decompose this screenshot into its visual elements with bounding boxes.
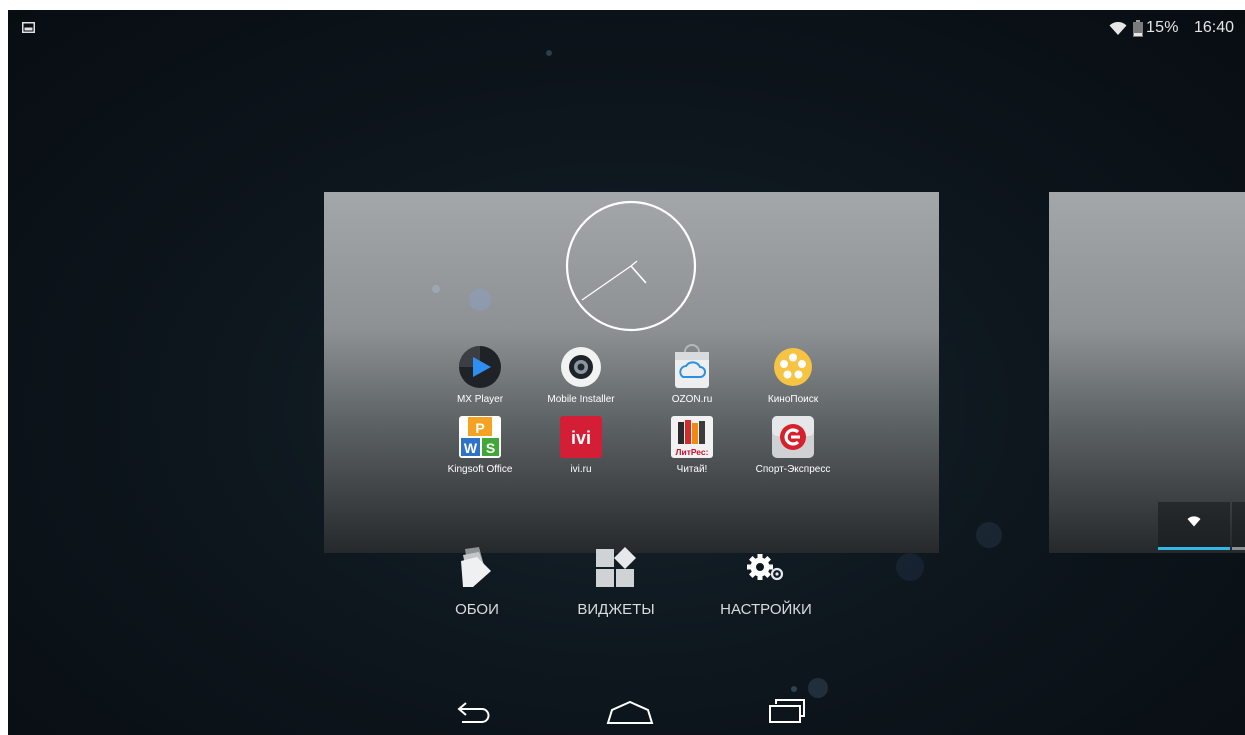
home-icon[interactable] bbox=[605, 699, 655, 727]
battery-icon bbox=[1133, 20, 1143, 37]
wallpaper-icon bbox=[461, 547, 491, 587]
app-mx-player[interactable]: MX Player bbox=[430, 344, 530, 405]
wallpaper-bokeh bbox=[896, 553, 924, 581]
widgets-label: ВИДЖЕТЫ bbox=[577, 601, 655, 618]
app-mobile-installer[interactable]: Mobile Installer bbox=[531, 344, 631, 405]
kingsoft-office-icon: P W S bbox=[459, 416, 501, 458]
back-icon[interactable] bbox=[454, 702, 496, 726]
battery-percentage: 15% bbox=[1146, 19, 1179, 36]
litres-icon: ЛитРес: bbox=[671, 416, 713, 458]
widgets-icon bbox=[596, 547, 636, 587]
app-kinopoisk[interactable]: КиноПоиск bbox=[743, 344, 843, 405]
screenshot-notification-icon bbox=[22, 22, 35, 33]
wifi-icon bbox=[1187, 516, 1201, 527]
svg-text:ЛитРес:: ЛитРес: bbox=[676, 447, 709, 457]
app-kingsoft-office[interactable]: P W S Kingsoft Office bbox=[430, 414, 530, 475]
app-label: OZON.ru bbox=[671, 394, 713, 405]
sport-express-icon bbox=[772, 416, 814, 458]
wallpaper-bokeh bbox=[976, 522, 1002, 548]
widgets-button[interactable]: ВИДЖЕТЫ bbox=[556, 545, 676, 618]
app-label: КиноПоиск bbox=[767, 394, 819, 405]
mobile-installer-icon bbox=[561, 347, 601, 387]
app-label: Kingsoft Office bbox=[447, 464, 513, 475]
app-ivi[interactable]: ivi ivi.ru bbox=[531, 414, 631, 475]
settings-label: НАСТРОЙКИ bbox=[720, 601, 812, 618]
app-sport-express[interactable]: Спорт-Экспресс bbox=[743, 414, 843, 475]
wallpaper-bokeh bbox=[808, 678, 828, 698]
app-label: Читай! bbox=[676, 464, 708, 475]
launcher-overview-screen: 15% 16:40 MX Player Mobile Installer OZO… bbox=[8, 10, 1245, 735]
tab-indicator bbox=[1158, 547, 1230, 550]
settings-button[interactable]: НАСТРОЙКИ bbox=[706, 545, 826, 618]
wifi-icon bbox=[1109, 22, 1127, 35]
status-bar: 15% 16:40 bbox=[8, 10, 1245, 44]
home-screen-preview[interactable]: MX Player Mobile Installer OZON.ru КиноП… bbox=[324, 192, 939, 553]
wallpapers-label: ОБОИ bbox=[455, 601, 499, 618]
app-litres[interactable]: ЛитРес: Читай! bbox=[642, 414, 742, 475]
app-label: ivi.ru bbox=[570, 464, 592, 475]
wallpaper-bokeh bbox=[546, 50, 552, 56]
svg-text:P: P bbox=[475, 420, 484, 436]
preview-quick-settings-tab bbox=[1232, 502, 1245, 550]
wallpapers-button[interactable]: ОБОИ bbox=[417, 545, 537, 618]
svg-text:ivi: ivi bbox=[571, 428, 591, 448]
kinopoisk-icon bbox=[774, 348, 812, 386]
wallpaper-bokeh bbox=[791, 686, 797, 692]
preview-quick-settings-tab bbox=[1158, 502, 1230, 550]
recents-icon[interactable] bbox=[766, 696, 810, 726]
app-label: Mobile Installer bbox=[547, 394, 615, 405]
ozon-icon bbox=[675, 344, 709, 388]
app-ozon[interactable]: OZON.ru bbox=[642, 344, 742, 405]
status-clock: 16:40 bbox=[1194, 19, 1235, 36]
svg-text:S: S bbox=[486, 440, 495, 456]
app-label: MX Player bbox=[456, 394, 504, 405]
wallpaper-bokeh bbox=[432, 285, 440, 293]
ivi-icon: ivi bbox=[560, 416, 602, 458]
settings-gears-icon bbox=[747, 554, 784, 581]
tab-indicator bbox=[1232, 547, 1245, 550]
analog-clock-widget[interactable] bbox=[565, 200, 697, 332]
adjacent-page-preview[interactable] bbox=[1049, 192, 1245, 553]
mx-player-icon bbox=[459, 346, 501, 388]
app-label: Спорт-Экспресс bbox=[755, 464, 831, 475]
wallpaper-bokeh bbox=[469, 289, 491, 311]
svg-text:W: W bbox=[464, 440, 478, 456]
